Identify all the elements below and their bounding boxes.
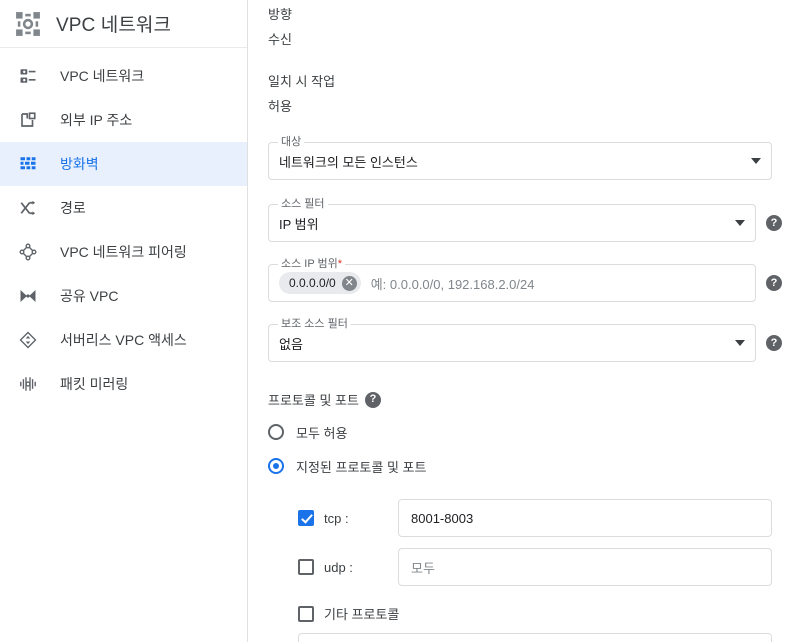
vpc-firewall-rule-page: VPC 네트워크 VPC 네트워크 외부 IP 주소 방화벽 경로 VPC 네트…: [0, 0, 792, 642]
source-ip-ranges-label: 소스 IP 범위*: [278, 258, 346, 270]
target-select[interactable]: 대상 네트워크의 모든 인스턴스: [268, 136, 772, 180]
help-icon[interactable]: ?: [364, 391, 381, 408]
source-filter-select[interactable]: 소스 필터 IP 범위: [268, 198, 756, 242]
action-on-match-label: 일치 시 작업: [268, 74, 336, 89]
sidebar-item-network-peering[interactable]: VPC 네트워크 피어링: [0, 230, 247, 274]
other-protocols-input[interactable]: 쉼표로 구분된 프로토콜(예: AH, SCTP): [298, 633, 772, 642]
secondary-source-filter-label: 보조 소스 필터: [278, 318, 351, 330]
chevron-down-icon[interactable]: [751, 158, 761, 164]
secondary-source-filter-select[interactable]: 보조 소스 필터 없음: [268, 318, 756, 362]
direction-label: 방향: [268, 7, 292, 22]
udp-row: udp : 모두: [268, 548, 782, 586]
radio-specified-protocols-label: 지정된 프로토콜 및 포트: [296, 459, 427, 475]
sidebar-item-label: 패킷 미러링: [60, 376, 129, 392]
sidebar-item-external-ip[interactable]: 외부 IP 주소: [0, 98, 247, 142]
sidebar-item-label: VPC 네트워크: [60, 68, 145, 84]
ip-range-chip-label: 0.0.0.0/0: [289, 276, 336, 290]
serverless-vpc-access-icon: [16, 328, 40, 352]
target-label: 대상: [278, 136, 305, 148]
tcp-label: tcp :: [324, 510, 349, 526]
other-protocols-label: 기타 프로토콜: [324, 607, 400, 622]
other-protocols-checkbox-indicator[interactable]: [298, 605, 314, 622]
sidebar-header: VPC 네트워크: [0, 0, 247, 48]
secondary-source-filter-value: 없음: [279, 336, 303, 352]
help-icon[interactable]: ?: [766, 275, 782, 291]
target-field-row: 대상 네트워크의 모든 인스턴스: [268, 136, 782, 180]
sidebar-item-packet-mirroring[interactable]: 패킷 미러링: [0, 362, 247, 406]
protocols-and-ports-title: 프로토콜 및 포트: [268, 393, 359, 408]
sidebar-item-label: 방화벽: [60, 156, 99, 172]
sidebar-item-label: 공유 VPC: [60, 288, 119, 304]
sidebar-item-firewall[interactable]: 방화벽: [0, 142, 247, 186]
udp-checkbox[interactable]: udp :: [298, 559, 398, 575]
direction-value: 수신: [268, 32, 292, 47]
target-value: 네트워크의 모든 인스턴스: [279, 154, 418, 170]
ip-range-chip[interactable]: 0.0.0.0/0 ✕: [279, 272, 361, 294]
action-on-match-block: 일치 시 작업 허용: [268, 73, 782, 116]
sidebar-item-label: 서버리스 VPC 액세스: [60, 332, 187, 348]
udp-ports-input[interactable]: 모두: [398, 548, 772, 586]
sidebar-nav: VPC 네트워크 외부 IP 주소 방화벽 경로 VPC 네트워크 피어링 공유…: [0, 48, 247, 406]
sidebar-item-label: 외부 IP 주소: [60, 112, 133, 128]
protocols-and-ports-title-row: 프로토콜 및 포트 ?: [268, 390, 782, 409]
radio-allow-all-indicator[interactable]: [268, 424, 284, 440]
source-ip-ranges-label-text: 소스 IP 범위: [281, 258, 338, 270]
udp-label: udp :: [324, 559, 353, 575]
shared-vpc-icon: [16, 284, 40, 308]
help-icon[interactable]: ?: [766, 215, 782, 231]
vpc-network-icon: [16, 64, 40, 88]
routes-icon: [16, 196, 40, 220]
firewall-icon: [16, 152, 40, 176]
secondary-source-filter-field-row: 보조 소스 필터 없음 ?: [268, 318, 782, 362]
tcp-checkbox[interactable]: tcp :: [298, 510, 398, 526]
other-protocols-checkbox[interactable]: 기타 프로토콜: [298, 604, 782, 623]
chevron-down-icon[interactable]: [735, 220, 745, 226]
source-ip-ranges-input[interactable]: 소스 IP 범위* 0.0.0.0/0 ✕ 예: 0.0.0.0/0, 192.…: [268, 258, 756, 302]
vpc-network-logo-icon: [14, 10, 42, 38]
tcp-ports-input[interactable]: 8001-8003: [398, 499, 772, 537]
sidebar: VPC 네트워크 VPC 네트워크 외부 IP 주소 방화벽 경로 VPC 네트…: [0, 0, 248, 642]
packet-mirroring-icon: [16, 372, 40, 396]
help-icon[interactable]: ?: [766, 335, 782, 351]
firewall-rule-form: 방향 수신 일치 시 작업 허용 대상 네트워크의 모든 인스턴스 소스 필터 …: [248, 0, 792, 642]
source-filter-value: IP 범위: [279, 216, 319, 232]
sidebar-item-label: 경로: [60, 200, 86, 216]
source-ip-ranges-field-row: 소스 IP 범위* 0.0.0.0/0 ✕ 예: 0.0.0.0/0, 192.…: [268, 258, 782, 302]
required-asterisk: *: [337, 258, 343, 270]
action-on-match-value: 허용: [268, 99, 292, 114]
external-ip-icon: [16, 108, 40, 132]
sidebar-item-serverless-vpc-access[interactable]: 서버리스 VPC 액세스: [0, 318, 247, 362]
sidebar-item-label: VPC 네트워크 피어링: [60, 244, 187, 260]
source-ip-ranges-placeholder: 예: 0.0.0.0/0, 192.168.2.0/24: [370, 276, 535, 292]
sidebar-item-routes[interactable]: 경로: [0, 186, 247, 230]
tcp-checkbox-indicator[interactable]: [298, 510, 314, 526]
radio-allow-all[interactable]: 모두 허용: [268, 419, 782, 445]
udp-checkbox-indicator[interactable]: [298, 559, 314, 575]
sidebar-item-shared-vpc[interactable]: 공유 VPC: [0, 274, 247, 318]
radio-specified-protocols[interactable]: 지정된 프로토콜 및 포트: [268, 453, 782, 479]
source-filter-label: 소스 필터: [278, 198, 328, 210]
chevron-down-icon[interactable]: [735, 340, 745, 346]
direction-block: 방향 수신: [268, 0, 782, 49]
tcp-row: tcp : 8001-8003: [268, 499, 782, 537]
network-peering-icon: [16, 240, 40, 264]
source-filter-field-row: 소스 필터 IP 범위 ?: [268, 198, 782, 242]
close-icon[interactable]: ✕: [341, 275, 357, 291]
radio-specified-protocols-indicator[interactable]: [268, 458, 284, 474]
sidebar-title: VPC 네트워크: [56, 15, 172, 36]
sidebar-item-vpc-network[interactable]: VPC 네트워크: [0, 54, 247, 98]
radio-allow-all-label: 모두 허용: [296, 425, 348, 441]
